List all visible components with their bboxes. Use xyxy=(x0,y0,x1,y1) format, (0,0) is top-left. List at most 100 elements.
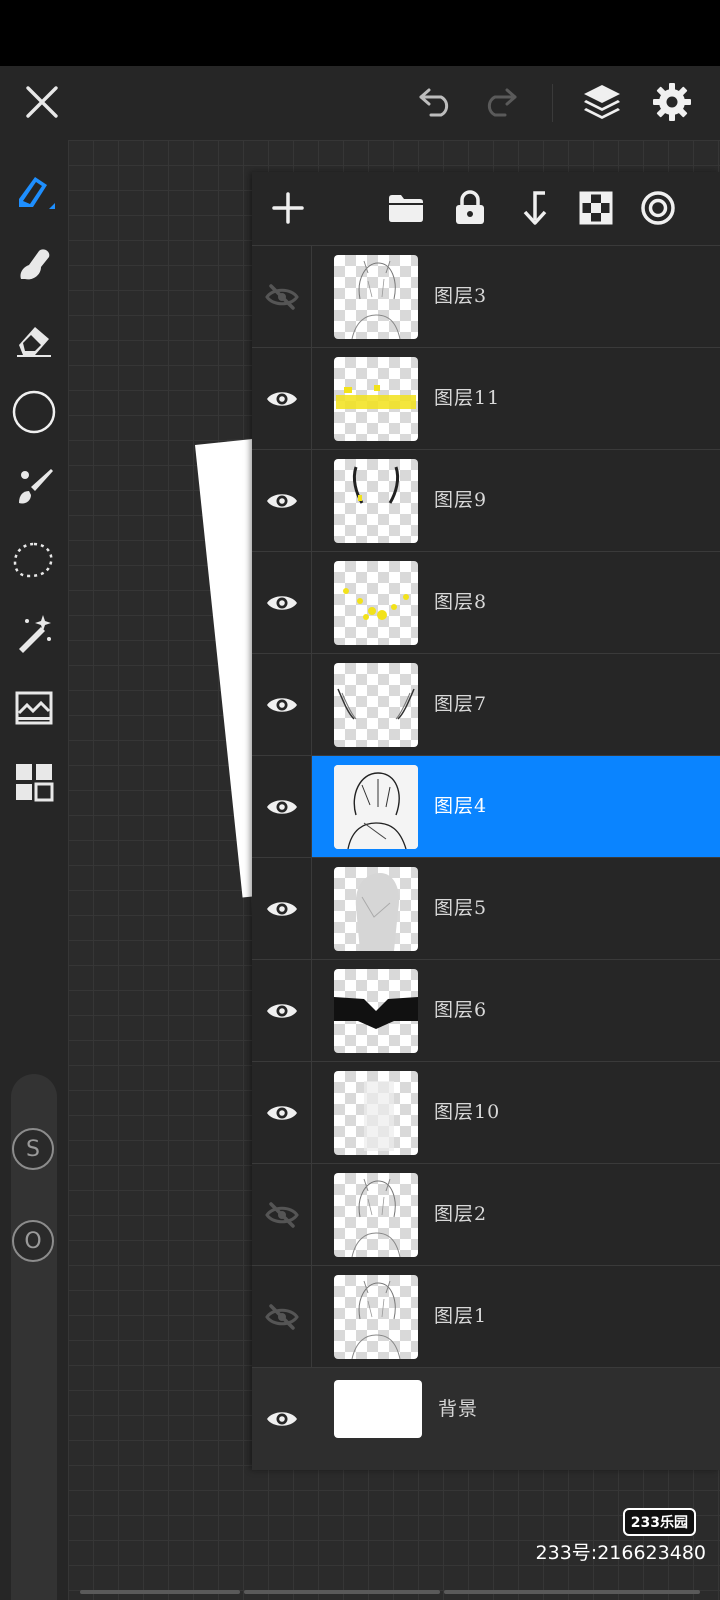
adjust-tool-button[interactable] xyxy=(10,684,58,732)
layer-row[interactable]: 图层6 xyxy=(252,960,720,1062)
visibility-toggle[interactable] xyxy=(252,450,312,551)
layer-name: 图层11 xyxy=(434,387,501,409)
background-layer-row[interactable]: 背景 xyxy=(252,1368,720,1470)
eye-icon xyxy=(266,595,297,610)
eye-off-icon xyxy=(264,283,299,310)
layer-select-area[interactable]: 图层6 xyxy=(312,960,720,1061)
status-bar xyxy=(0,0,720,66)
layer-select-area[interactable]: 图层7 xyxy=(312,654,720,755)
eye-icon xyxy=(266,391,297,406)
layer-thumbnail xyxy=(334,663,418,747)
layers-panel-header xyxy=(252,172,720,244)
layer-select-area[interactable]: 背景 xyxy=(312,1368,720,1469)
new-group-button[interactable] xyxy=(384,186,428,230)
layer-select-area[interactable]: 图层10 xyxy=(312,1062,720,1163)
layer-select-area[interactable]: 图层1 xyxy=(312,1266,720,1367)
visibility-toggle[interactable] xyxy=(252,348,312,449)
layer-thumbnail xyxy=(334,765,418,849)
eye-icon xyxy=(266,697,297,712)
merge-down-button[interactable] xyxy=(512,186,556,230)
layer-select-area[interactable]: 图层8 xyxy=(312,552,720,653)
layer-select-area[interactable]: 图层3 xyxy=(312,246,720,347)
smudge-icon xyxy=(20,249,50,280)
visibility-toggle-hidden[interactable] xyxy=(252,1266,312,1367)
pencil-tool-button[interactable] xyxy=(10,168,58,216)
layer-row[interactable]: 图层3 xyxy=(252,246,720,348)
layer-row[interactable]: 图层4 xyxy=(252,756,720,858)
layer-select-area[interactable]: 图层11 xyxy=(312,348,720,449)
watermark-id: 233号:216623480 xyxy=(535,1542,706,1564)
visibility-toggle[interactable] xyxy=(252,552,312,653)
layers-panel: 图层3 图层11 图层9 图层8 图层7 图层4 图层5 图层6 图层10 图层2 图层1 背景 xyxy=(252,172,720,1470)
layer-select-area[interactable]: 图层4 xyxy=(312,756,720,857)
toolbar-divider xyxy=(552,84,553,122)
layer-row[interactable]: 图层5 xyxy=(252,858,720,960)
eye-icon xyxy=(266,799,297,814)
eraser-tool-button[interactable] xyxy=(10,314,58,362)
layer-row[interactable]: 图层8 xyxy=(252,552,720,654)
layer-row[interactable]: 图层11 xyxy=(252,348,720,450)
lock-layer-button[interactable] xyxy=(448,186,492,230)
reference-layer-button[interactable] xyxy=(636,186,680,230)
magic-wand-icon xyxy=(19,615,51,653)
transparency-lock-button[interactable] xyxy=(574,186,618,230)
visibility-toggle[interactable] xyxy=(252,654,312,755)
layer-thumbnail xyxy=(334,969,418,1053)
layer-thumbnail xyxy=(334,867,418,951)
layer-thumbnail xyxy=(334,357,418,441)
smudge-tool-button[interactable] xyxy=(10,240,58,288)
layer-select-area[interactable]: 图层5 xyxy=(312,858,720,959)
layer-row[interactable]: 图层10 xyxy=(252,1062,720,1164)
layer-thumbnail xyxy=(334,255,418,339)
add-layer-button[interactable] xyxy=(266,186,310,230)
redo-icon xyxy=(487,88,517,117)
eye-off-icon xyxy=(264,1303,299,1330)
layer-name: 图层9 xyxy=(434,489,488,511)
settings-button[interactable] xyxy=(650,80,694,124)
layers-button[interactable] xyxy=(580,80,624,124)
brush-tool-button[interactable] xyxy=(10,462,58,510)
brush-icon xyxy=(19,469,53,504)
opacity-slider-knob[interactable]: O xyxy=(12,1220,54,1262)
layer-name: 图层4 xyxy=(434,795,488,817)
layer-thumbnail xyxy=(334,1071,418,1155)
size-slider-knob[interactable]: S xyxy=(12,1128,54,1170)
merge-down-icon xyxy=(523,191,547,225)
color-picker-button[interactable] xyxy=(10,388,58,436)
visibility-toggle[interactable] xyxy=(252,1368,312,1469)
layer-select-area[interactable]: 图层2 xyxy=(312,1164,720,1265)
gear-icon xyxy=(653,83,691,121)
eye-icon xyxy=(266,901,297,916)
undo-icon xyxy=(419,88,449,117)
layer-row[interactable]: 图层9 xyxy=(252,450,720,552)
eye-icon xyxy=(266,1105,297,1120)
layer-select-area[interactable]: 图层9 xyxy=(312,450,720,551)
visibility-toggle[interactable] xyxy=(252,1062,312,1163)
layer-thumbnail xyxy=(334,459,418,543)
layer-row[interactable]: 图层7 xyxy=(252,654,720,756)
lasso-tool-button[interactable] xyxy=(10,536,58,584)
magic-wand-button[interactable] xyxy=(10,610,58,658)
color-swatch-icon xyxy=(12,390,56,434)
visibility-toggle[interactable] xyxy=(252,960,312,1061)
layer-name: 图层3 xyxy=(434,285,488,307)
lock-icon xyxy=(456,190,484,224)
grid-icon xyxy=(16,764,54,802)
eye-icon xyxy=(266,493,297,508)
undo-button[interactable] xyxy=(414,80,458,124)
target-icon xyxy=(641,191,675,225)
close-button[interactable] xyxy=(20,80,64,124)
layer-name: 图层7 xyxy=(434,693,488,715)
visibility-toggle[interactable] xyxy=(252,858,312,959)
visibility-toggle-hidden[interactable] xyxy=(252,1164,312,1265)
grid-menu-button[interactable] xyxy=(10,758,58,806)
layer-row[interactable]: 图层2 xyxy=(252,1164,720,1266)
add-icon xyxy=(272,192,304,224)
layer-row[interactable]: 图层1 xyxy=(252,1266,720,1368)
visibility-toggle[interactable] xyxy=(252,756,312,857)
redo-button[interactable] xyxy=(478,80,522,124)
layers-icon xyxy=(584,85,620,119)
visibility-toggle-hidden[interactable] xyxy=(252,246,312,347)
layer-name: 图层1 xyxy=(434,1305,488,1327)
layer-thumbnail xyxy=(334,1275,418,1359)
